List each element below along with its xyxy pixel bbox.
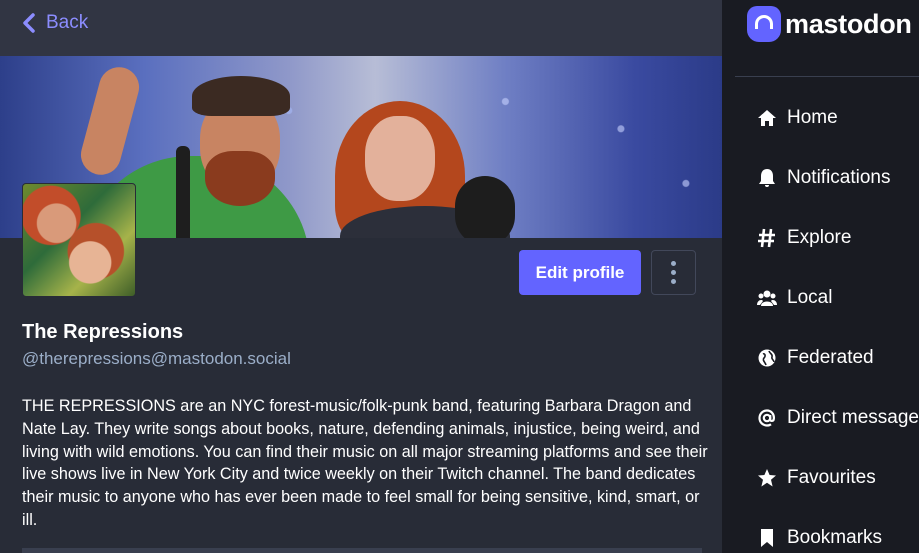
ellipsis-vertical-icon bbox=[671, 261, 676, 284]
bell-icon bbox=[759, 169, 775, 187]
edit-profile-button[interactable]: Edit profile bbox=[519, 250, 641, 295]
nav-local-label: Local bbox=[787, 287, 833, 308]
nav-direct-messages[interactable]: Direct messages bbox=[757, 407, 919, 429]
nav-bookmarks-label: Bookmarks bbox=[787, 527, 883, 548]
nav-local[interactable]: Local bbox=[757, 287, 832, 309]
bookmark-icon bbox=[761, 529, 773, 547]
nav-federated[interactable]: Federated bbox=[757, 347, 874, 369]
chevron-left-icon bbox=[23, 13, 35, 33]
nav-home[interactable]: Home bbox=[757, 107, 838, 129]
back-label: Back bbox=[46, 12, 89, 33]
back-button[interactable]: Back bbox=[22, 12, 88, 34]
divider bbox=[735, 76, 919, 77]
nav-notifications-label: Notifications bbox=[787, 167, 891, 188]
nav-explore[interactable]: Explore bbox=[757, 227, 851, 249]
profile-column: Back Edit profile The Repressions @there… bbox=[0, 0, 722, 553]
account-handle: @therepressions@mastodon.social bbox=[22, 349, 291, 368]
hashtag-icon bbox=[758, 228, 775, 248]
nav-home-label: Home bbox=[787, 107, 838, 128]
nav-direct-messages-label: Direct messages bbox=[787, 407, 919, 428]
column-header: Back bbox=[0, 0, 722, 56]
profile-bio: THE REPRESSIONS are an NYC forest-music/… bbox=[22, 397, 708, 529]
home-icon bbox=[758, 110, 776, 126]
nav-bookmarks[interactable]: Bookmarks bbox=[757, 527, 882, 549]
nav-explore-label: Explore bbox=[787, 227, 852, 248]
nav-federated-label: Federated bbox=[787, 347, 874, 368]
more-options-button[interactable] bbox=[651, 250, 696, 295]
nav-favourites-label: Favourites bbox=[787, 467, 876, 488]
display-name: The Repressions bbox=[22, 321, 184, 343]
at-icon bbox=[758, 409, 775, 427]
nav-notifications[interactable]: Notifications bbox=[757, 167, 891, 189]
avatar[interactable] bbox=[22, 183, 136, 297]
divider bbox=[22, 548, 702, 553]
users-icon bbox=[757, 290, 777, 306]
brand-name: mastodon bbox=[785, 8, 912, 39]
star-icon bbox=[758, 469, 776, 487]
mastodon-icon bbox=[747, 6, 781, 42]
globe-icon bbox=[758, 349, 776, 367]
mastodon-logo[interactable]: mastodon bbox=[747, 6, 912, 42]
nav-favourites[interactable]: Favourites bbox=[757, 467, 876, 489]
